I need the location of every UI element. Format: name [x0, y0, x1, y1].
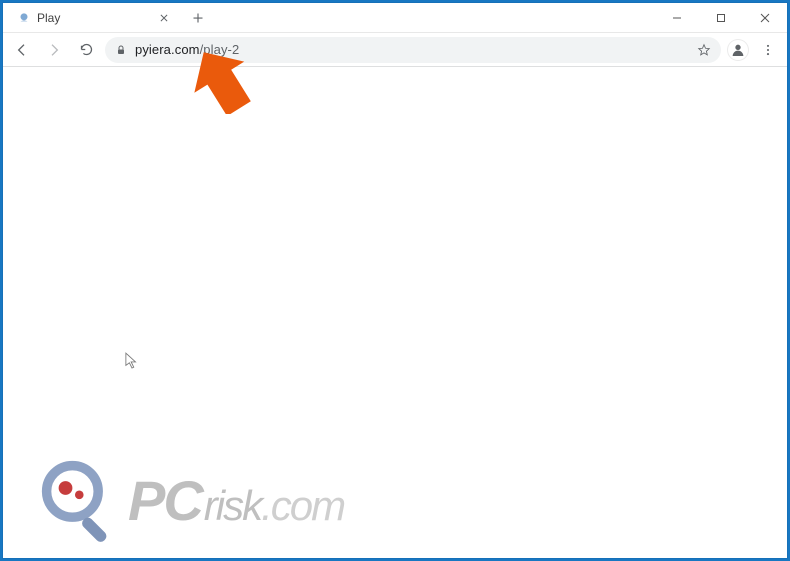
toolbar: pyiera.com/play-2 [3, 33, 787, 67]
back-button[interactable] [9, 37, 35, 63]
close-window-button[interactable] [743, 3, 787, 32]
url-host: pyiera.com [135, 42, 200, 57]
title-bar: Play [3, 3, 787, 33]
tab-play[interactable]: Play [9, 4, 179, 32]
lock-icon [115, 44, 127, 56]
titlebar-spacer [211, 3, 655, 32]
tab-strip: Play [3, 3, 211, 32]
url-path: /play-2 [200, 42, 240, 57]
close-tab-icon[interactable] [157, 11, 171, 25]
minimize-button[interactable] [655, 3, 699, 32]
url-text: pyiera.com/play-2 [135, 42, 239, 57]
bookmark-star-icon[interactable] [697, 43, 711, 57]
window-controls [655, 3, 787, 32]
profile-button[interactable] [727, 39, 749, 61]
site-favicon [17, 11, 31, 25]
page-viewport [3, 67, 787, 558]
reload-button[interactable] [73, 37, 99, 63]
mouse-cursor-icon [125, 352, 139, 370]
new-tab-button[interactable] [185, 5, 211, 31]
forward-button[interactable] [41, 37, 67, 63]
maximize-button[interactable] [699, 3, 743, 32]
tab-title: Play [37, 11, 151, 25]
address-bar[interactable]: pyiera.com/play-2 [105, 37, 721, 63]
browser-window: Play [3, 3, 787, 558]
kebab-menu-icon[interactable] [755, 37, 781, 63]
